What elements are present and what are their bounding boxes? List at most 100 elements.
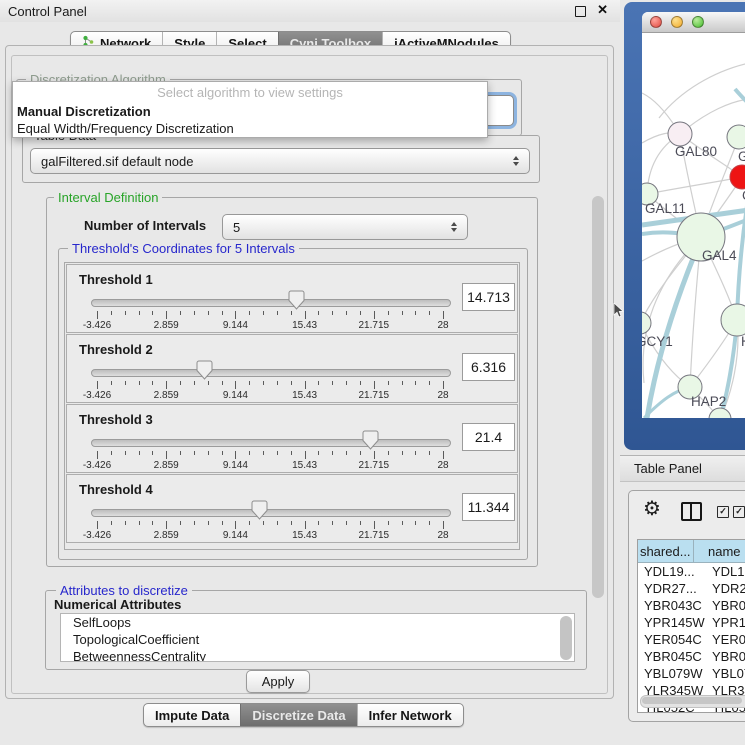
slider-thumb[interactable] bbox=[196, 360, 213, 380]
threshold-row: Threshold 4 -3.4262.8599.14415.4321.71528… bbox=[66, 474, 518, 543]
node-table[interactable]: shared... name YDL19...YDL19YDR27...YDR2… bbox=[637, 539, 745, 713]
list-scrollbar[interactable] bbox=[560, 616, 572, 660]
label-gcy1: GCY1 bbox=[642, 334, 673, 349]
table-row[interactable]: YBR043CYBR043C bbox=[638, 597, 745, 614]
attribute-list-item[interactable]: SelfLoops bbox=[61, 614, 574, 631]
numerical-attributes-heading: Numerical Attributes bbox=[54, 597, 181, 612]
slider-thumb[interactable] bbox=[288, 290, 305, 310]
label-h: H bbox=[741, 334, 745, 349]
threshold-value-field[interactable]: 11.344 bbox=[462, 493, 515, 521]
threshold-row: Threshold 3 -3.4262.8599.14415.4321.71528… bbox=[66, 404, 518, 473]
mouse-cursor bbox=[613, 303, 624, 318]
threshold-value-field[interactable]: 14.713 bbox=[462, 283, 515, 311]
popup-option-equal-width[interactable]: Equal Width/Frequency Discretization bbox=[13, 120, 487, 137]
attribute-list-item[interactable]: TopologicalCoefficient bbox=[61, 631, 574, 648]
label-gal80: GAL80 bbox=[675, 144, 717, 159]
checkbox-icon[interactable]: ✓ bbox=[717, 506, 729, 518]
checkbox-icon[interactable]: ✓ bbox=[733, 506, 745, 518]
table-row[interactable]: YDR27...YDR27 bbox=[638, 580, 745, 597]
slider-tick-labels: -3.4262.8599.14415.4321.71528 bbox=[97, 320, 443, 332]
slider-track[interactable] bbox=[91, 369, 451, 377]
slider-ticks bbox=[97, 311, 443, 320]
bottom-tab-bar: Impute Data Discretize Data Infer Networ… bbox=[143, 703, 464, 727]
table-panel-header: Table Panel bbox=[620, 455, 745, 482]
panel-title: Control Panel bbox=[8, 4, 87, 19]
node-gal80 bbox=[668, 122, 692, 146]
label-gal4: GAL4 bbox=[702, 248, 737, 263]
popup-option-manual[interactable]: Manual Discretization bbox=[13, 103, 487, 120]
tab-discretize-data[interactable]: Discretize Data bbox=[240, 704, 356, 726]
attribute-list-item[interactable]: BetweennessCentrality bbox=[61, 648, 574, 662]
attributes-group-label: Attributes to discretize bbox=[56, 583, 192, 598]
slider-tick-labels: -3.4262.8599.14415.4321.71528 bbox=[97, 390, 443, 402]
label-hap2: HAP2 bbox=[691, 394, 726, 409]
control-panel-titlebar: Control Panel ✕ bbox=[0, 0, 620, 22]
float-window-icon[interactable] bbox=[575, 6, 586, 17]
algorithm-popup: Select algorithm to view settings Manual… bbox=[12, 81, 488, 138]
threshold-row: Threshold 2 -3.4262.8599.14415.4321.71528… bbox=[66, 334, 518, 403]
minimize-traffic-light-icon[interactable] bbox=[671, 16, 683, 28]
zoom-traffic-light-icon[interactable] bbox=[692, 16, 704, 28]
horizontal-scrollbar-thumb[interactable] bbox=[642, 697, 742, 704]
slider-thumb[interactable] bbox=[251, 500, 268, 520]
apply-button[interactable]: Apply bbox=[246, 670, 310, 693]
number-of-intervals-combobox[interactable]: 5 bbox=[222, 214, 468, 240]
interval-definition-label: Interval Definition bbox=[54, 190, 162, 205]
table-row[interactable]: YBL079WYBL079W bbox=[638, 665, 745, 682]
column-header-shared[interactable]: shared... bbox=[638, 540, 694, 562]
slider-tick-labels: -3.4262.8599.14415.4321.71528 bbox=[97, 460, 443, 472]
slider-thumb[interactable] bbox=[362, 430, 379, 450]
node-ga bbox=[727, 125, 745, 149]
gear-icon[interactable]: ⚙ bbox=[643, 496, 661, 521]
combo-arrows-icon bbox=[451, 222, 457, 232]
slider-tick-labels: -3.4262.8599.14415.4321.71528 bbox=[97, 530, 443, 542]
thresholds-group-label: Threshold's Coordinates for 5 Intervals bbox=[68, 241, 299, 256]
threshold-value-field[interactable]: 6.316 bbox=[462, 353, 515, 381]
network-window-titlebar bbox=[642, 12, 745, 33]
threshold-label: Threshold 2 bbox=[79, 342, 153, 357]
close-traffic-light-icon[interactable] bbox=[650, 16, 662, 28]
app-window: Control Panel ✕ Network Style Select Cyn… bbox=[0, 0, 745, 745]
number-of-intervals-label: Number of Intervals bbox=[84, 218, 206, 233]
table-panel-body: ⚙ ✓ ✓ shared... name YDL19...YDL19YDR27.… bbox=[628, 490, 745, 722]
threshold-value-field[interactable]: 21.4 bbox=[462, 423, 515, 451]
network-canvas[interactable]: GAL80 GA C GAL11 GAL4 GCY1 H HAP2 bbox=[642, 33, 745, 418]
slider-ticks bbox=[97, 381, 443, 390]
table-row[interactable]: YPR145WYPR145W bbox=[638, 614, 745, 631]
vertical-scrollbar[interactable] bbox=[592, 196, 604, 598]
column-layout-icon[interactable] bbox=[681, 502, 702, 521]
column-header-name[interactable]: name bbox=[694, 540, 745, 562]
slider-ticks bbox=[97, 451, 443, 460]
combo-arrows-icon bbox=[513, 156, 519, 166]
node-gcy1 bbox=[642, 312, 651, 334]
horizontal-scrollbar[interactable] bbox=[640, 695, 745, 708]
number-of-intervals-value: 5 bbox=[233, 220, 240, 235]
slider-track[interactable] bbox=[91, 299, 451, 307]
threshold-rows-container: Threshold 1 -3.4262.8599.14415.4321.71528… bbox=[64, 262, 520, 550]
network-window-frame: GAL80 GA C GAL11 GAL4 GCY1 H HAP2 bbox=[624, 2, 745, 450]
threshold-label: Threshold 4 bbox=[79, 482, 153, 497]
threshold-label: Threshold 3 bbox=[79, 412, 153, 427]
table-data-value: galFiltered.sif default node bbox=[41, 154, 193, 169]
table-row[interactable]: YDL19...YDL19 bbox=[638, 563, 745, 580]
node-h bbox=[721, 304, 745, 336]
table-rows: YDL19...YDL19YDR27...YDR27YBR043CYBR043C… bbox=[638, 563, 745, 713]
table-data-combobox[interactable]: galFiltered.sif default node bbox=[30, 148, 530, 174]
table-header-row: shared... name bbox=[638, 540, 745, 563]
table-row[interactable]: YBR045CYBR045C bbox=[638, 648, 745, 665]
node-red bbox=[730, 165, 745, 189]
table-panel-title: Table Panel bbox=[634, 461, 702, 476]
close-icon[interactable]: ✕ bbox=[597, 2, 608, 18]
slider-track[interactable] bbox=[91, 509, 451, 517]
label-gal11: GAL11 bbox=[645, 201, 686, 216]
threshold-row: Threshold 1 -3.4262.8599.14415.4321.71528… bbox=[66, 264, 518, 333]
network-view-window: GAL80 GA C GAL11 GAL4 GCY1 H HAP2 bbox=[642, 12, 745, 418]
tab-infer-network[interactable]: Infer Network bbox=[357, 704, 463, 726]
slider-track[interactable] bbox=[91, 439, 451, 447]
threshold-label: Threshold 1 bbox=[79, 272, 153, 287]
popup-prompt: Select algorithm to view settings bbox=[13, 82, 487, 103]
slider-ticks bbox=[97, 521, 443, 530]
numerical-attributes-list[interactable]: SelfLoopsTopologicalCoefficientBetweenne… bbox=[60, 613, 575, 662]
tab-impute-data[interactable]: Impute Data bbox=[144, 704, 240, 726]
table-row[interactable]: YER054CYER054C bbox=[638, 631, 745, 648]
